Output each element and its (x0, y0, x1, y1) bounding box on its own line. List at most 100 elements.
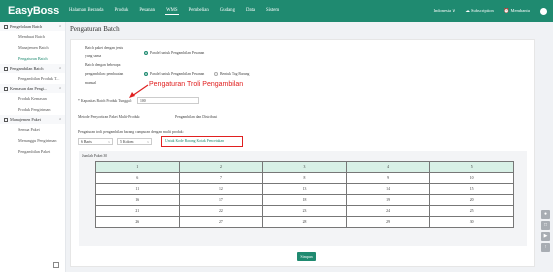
sidebar-group-packing[interactable]: Kemasan dan Pengi... ^ (0, 84, 65, 93)
settings-card: Batch paket dengan jenis yang sama Paral… (70, 39, 535, 267)
slot-cell: 17 (178, 194, 264, 206)
sidebar-item-pick-product[interactable]: Pengambilan Produk T... (0, 73, 65, 84)
chevron-down-icon: v (108, 140, 110, 144)
sidebar-item-package-pickup[interactable]: Pengambilan Paket (0, 146, 65, 157)
slot-cell: 18 (262, 194, 347, 206)
main-nav: Halaman Beranda Produk Pesanan WMS Pembe… (68, 8, 280, 15)
radio-same-type-parallel[interactable]: Paralel untuk Pengambilan Pesanan (144, 51, 204, 55)
slot-cell: 22 (178, 205, 264, 217)
radio-checked-icon (144, 72, 148, 76)
app-logo[interactable]: EasyBoss (0, 5, 66, 17)
user-avatar-icon[interactable] (540, 7, 547, 15)
slot-row: 26 27 28 29 30 (95, 216, 514, 228)
doc-icon[interactable]: □ (541, 221, 550, 230)
slot-cell: 3 (262, 161, 347, 173)
slot-cell: 13 (262, 183, 347, 195)
top-navbar: EasyBoss Halaman Beranda Produk Pesanan … (0, 0, 553, 22)
sidebar-group-batch[interactable]: Pengelolaan Batch ^ (0, 22, 65, 31)
packing-icon (4, 86, 8, 91)
slot-cell: 29 (345, 216, 431, 228)
radio-multi-tag[interactable]: Bentuk Tag Barang (214, 72, 249, 76)
sidebar-item-create-batch[interactable]: Membuat Batch (0, 31, 65, 42)
chevron-down-icon: v (147, 140, 149, 144)
radio-multi-parallel[interactable]: Paralel untuk Pengambilan Pesanan (144, 72, 204, 76)
slot-row: 21 22 23 24 25 (95, 205, 514, 217)
label-sorting-method: Metode Penyortiran Paket Multi-Produk: (78, 115, 141, 119)
slot-cell: 16 (95, 194, 180, 206)
chevron-up-icon: ^ (59, 24, 61, 29)
cart-grid-panel: Jumlah Paket:30 1 2 3 4 5 6 7 8 9 10 11 12 13 14 15 16 1… (79, 151, 527, 246)
nav-purchase[interactable]: Pembelian (188, 8, 210, 15)
cols-select[interactable]: 5 Kolom v (117, 138, 152, 145)
slot-cell: 25 (429, 205, 514, 217)
slot-cell: 1 (95, 161, 180, 173)
slot-cell: 30 (429, 216, 514, 228)
sidebar-item-batch-settings[interactable]: Pengaturan Batch (0, 53, 65, 64)
help-link[interactable]: ⏰ Membantu (504, 8, 530, 14)
chevron-up-icon: ^ (59, 66, 61, 71)
collapse-sidebar-icon[interactable] (53, 262, 59, 268)
label-same-type-2: yang sama (85, 54, 102, 58)
chevron-up-icon: ^ (59, 86, 61, 91)
rows-select[interactable]: 6 Baris v (78, 138, 113, 145)
region-selector[interactable]: Indonesia ∨ (433, 8, 455, 14)
batch-icon (4, 24, 8, 29)
slot-cell: 19 (345, 194, 431, 206)
slot-cell: 11 (95, 183, 180, 195)
chevron-up-icon: ^ (59, 117, 61, 122)
floating-buttons: ● □ ▶ ↑ (541, 210, 550, 252)
nav-orders[interactable]: Pesanan (138, 8, 156, 15)
slot-cell: 12 (178, 183, 264, 195)
package-count: Jumlah Paket:30 (82, 154, 108, 158)
sidebar-item-manage-batch[interactable]: Manajemen Batch (0, 42, 65, 53)
nav-warehouse[interactable]: Gudang (219, 8, 236, 15)
slot-cell: 7 (178, 172, 264, 184)
label-cart-settings: Pengaturan troli pengambilan barang camp… (78, 130, 184, 134)
slot-cell: 28 (262, 216, 347, 228)
sidebar-group-package[interactable]: Manajemen Paket ^ (0, 115, 65, 124)
radio-unchecked-icon (214, 72, 218, 76)
subscription-link[interactable]: ☁ Subscription (465, 8, 493, 14)
cart-slot-table: 1 2 3 4 5 6 7 8 9 10 11 12 13 14 15 16 17 18 19 20 21 22 23 24 2… (95, 161, 514, 228)
sidebar-item-ship-product[interactable]: Produk Pengiriman (0, 104, 65, 115)
radio-checked-icon (144, 51, 148, 55)
nav-wms[interactable]: WMS (165, 8, 179, 15)
sidebar: Pengelolaan Batch ^ Membuat Batch Manaje… (0, 22, 66, 272)
topbar-tools: Indonesia ∨ ☁ Subscription ⏰ Membantu (433, 0, 547, 22)
sidebar-item-pack-product[interactable]: Produk Kemasan (0, 93, 65, 104)
label-multi-1: Batch dengan beberapa (85, 63, 121, 67)
slot-cell: 14 (345, 183, 431, 195)
video-icon[interactable]: ▶ (541, 232, 550, 241)
print-box-code-link[interactable]: Untuk Kode Barang Kotak Pencetakan (161, 136, 243, 147)
chat-icon[interactable]: ● (541, 210, 550, 219)
picking-icon (4, 66, 8, 71)
slot-cell: 4 (345, 161, 431, 173)
nav-home[interactable]: Halaman Beranda (68, 8, 105, 15)
sidebar-item-all-packages[interactable]: Semua Paket (0, 124, 65, 135)
annotation-arrow (129, 84, 149, 98)
slot-cell: 20 (429, 194, 514, 206)
save-button[interactable]: Simpan (297, 252, 316, 261)
top-icon[interactable]: ↑ (541, 243, 550, 252)
slot-cell: 9 (345, 172, 431, 184)
slot-cell: 2 (178, 161, 264, 173)
slot-cell: 24 (345, 205, 431, 217)
nav-system[interactable]: Sistem (265, 8, 280, 15)
label-multi-2: pengambilan: pembuatan (85, 72, 124, 76)
label-same-type-1: Batch paket dengan jenis (85, 46, 124, 50)
label-multi-3: manual (85, 81, 97, 85)
annotation-label: Pengaturan Troli Pengambilan (149, 81, 244, 88)
slot-cell: 6 (95, 172, 180, 184)
sidebar-group-picking[interactable]: Pengambilan Batch ^ (0, 64, 65, 73)
slot-row: 16 17 18 19 20 (95, 194, 514, 206)
package-icon (4, 117, 8, 122)
slot-row: 11 12 13 14 15 (95, 183, 514, 195)
slot-cell: 15 (429, 183, 514, 195)
sidebar-item-awaiting-shipment[interactable]: Menunggu Pengiriman (0, 135, 65, 146)
nav-data[interactable]: Data (245, 8, 256, 15)
label-capacity: * Kapasitas Batch Produk Tunggal: (78, 99, 132, 103)
slot-cell: 27 (178, 216, 264, 228)
sorting-method-value[interactable]: Pengambilan dan Distribusi (175, 114, 217, 120)
nav-product[interactable]: Produk (114, 8, 130, 15)
slot-cell: 10 (429, 172, 514, 184)
